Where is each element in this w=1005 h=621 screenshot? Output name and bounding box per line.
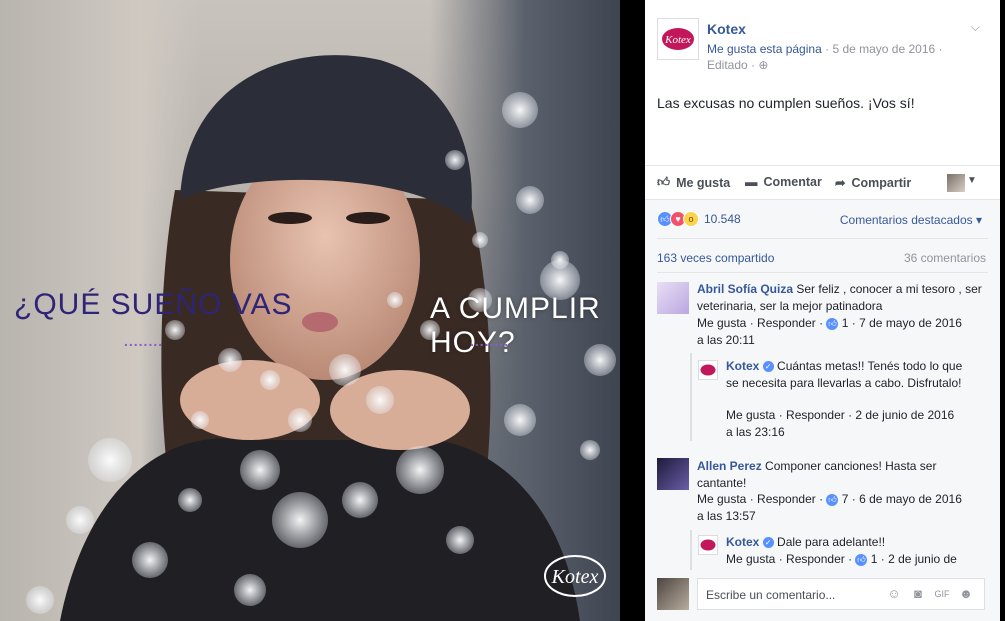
caret-down-icon[interactable]: ▼ [967,175,977,186]
comment-author[interactable]: Allen Perez [697,459,762,473]
reply-thread-line [690,353,692,441]
thumbs-up-icon: 👍︎ [855,553,868,566]
comment-text: Cuántas metas!! Tenés todo lo que se nec… [726,359,963,390]
comment-reply-link[interactable]: Responder [757,492,816,506]
kotex-logo: Kotex [662,28,694,50]
headline-right: A CUMPLIR HOY? [430,292,601,359]
post-actions-bar: 👍︎ Me gusta ▬ Comentar ➦ Compartir ▼ [645,165,1000,199]
share-button[interactable]: ➦ Compartir [835,175,912,191]
emoji-icon[interactable]: ☺ [886,586,902,602]
reactions-summary[interactable]: 👍︎ ♥ o 10.548 [657,211,741,227]
post-date[interactable]: 5 de mayo de 2016 [832,42,935,56]
gif-icon[interactable]: GIF [934,586,950,602]
top-comments-label: Comentarios destacados [839,213,973,227]
verified-badge-icon: ✓ [762,537,774,549]
divider [657,272,988,273]
comment-input-placeholder: Escribe un comentario... [706,588,836,602]
edited-label[interactable]: Editado [707,58,748,72]
share-arrow-icon: ➦ [835,176,846,190]
comment-likes-count[interactable]: 7 [842,492,849,506]
post-meta-line: Me gusta esta página · 5 de mayo de 2016… [707,42,943,56]
comment-likes-count[interactable]: 1 [842,316,849,330]
comment-reply: Kotex ✓ Cuántas metas!! Tenés todo lo qu… [726,358,966,391]
kotex-logo [700,539,716,551]
comment-reply-link[interactable]: Responder [786,408,845,422]
post-meta-edited: Editado · ⊕ [707,58,768,72]
comment-date[interactable]: 2 de junio de 2016 [855,408,954,422]
sticker-icon[interactable]: ☻ [958,586,974,602]
post-viewer: ¿QUÉ SUEÑO VAS ........ A CUMPLIR HOY? .… [0,0,1005,621]
comment-like-link[interactable]: Me gusta [697,316,746,330]
comments-count[interactable]: 36 comentarios [904,251,986,265]
headline-left: ¿QUÉ SUEÑO VAS [14,288,293,321]
like-page-link[interactable]: Me gusta esta página [707,42,822,56]
comment-reply-link[interactable]: Responder [786,552,845,566]
avatar[interactable] [698,535,718,555]
speech-bubble-icon: ▬ [745,175,758,189]
comment-reply: Kotex ✓ Dale para adelante!! [726,534,986,551]
comment-author[interactable]: Abril Sofía Quiza [697,282,793,296]
post-panel: Kotex Kotex ⌵ Me gusta esta página · 5 d… [645,0,1000,621]
like-button[interactable]: 👍︎ Me gusta [657,175,730,190]
camera-icon[interactable]: ◙ [910,586,926,602]
page-name-link[interactable]: Kotex [707,21,746,37]
comment-footer: Me gusta · Responder · 2 de junio de 201… [726,408,955,439]
comment-like-link[interactable]: Me gusta [726,408,775,422]
top-comments-dropdown[interactable]: Comentarios destacados ▾ [840,213,982,227]
comment: Abril Sofía Quiza Ser feliz , conocer a … [697,281,987,314]
avatar[interactable] [657,458,689,490]
page-avatar[interactable]: Kotex [657,18,699,60]
comment-composer: Escribe un comentario... ☺ ◙ GIF ☻ [645,571,1000,621]
comment-input[interactable]: Escribe un comentario... ☺ ◙ GIF ☻ [697,578,985,610]
reply-thread-line [690,530,692,570]
chevron-down-icon[interactable]: ⌵ [971,20,980,35]
post-header: Kotex Kotex ⌵ Me gusta esta página · 5 d… [645,0,1000,160]
comment-date[interactable]: 6 de mayo de 2016 [859,492,962,506]
comment-reply-link[interactable]: Responder [757,316,816,330]
comment-likes-count[interactable]: 1 [871,552,878,566]
comment-time[interactable]: a las 13:57 [697,509,756,523]
engagement-section: 👍︎ ♥ o 10.548 Comentarios destacados ▾ 1… [645,199,1000,621]
comment-footer: Me gusta · Responder · 👍︎ 1 · 2 de junio… [726,552,957,566]
comment-time[interactable]: a las 23:16 [726,425,785,439]
comment-text: Dale para adelante!! [777,535,886,549]
globe-icon: ⊕ [758,58,769,72]
comment-footer: Me gusta · Responder · 👍︎ 1 · 7 de mayo … [697,316,962,347]
meta-separator: · [938,42,943,56]
thumbs-up-icon: 👍︎ [826,317,839,330]
avatar[interactable] [698,360,718,380]
thumbs-up-icon: 👍︎ [657,175,671,189]
verified-badge-icon: ✓ [762,361,774,373]
comment-footer: Me gusta · Responder · 👍︎ 7 · 6 de mayo … [697,492,962,523]
reactions-count[interactable]: 10.548 [704,212,741,226]
post-text: Las excusas no cumplen sueños. ¡Vos sí! [657,95,915,111]
divider [657,238,988,239]
caret-down-icon: ▾ [975,213,982,227]
comment: Allen Perez Componer canciones! Hasta se… [697,458,947,491]
comment-button-label: Comentar [763,175,822,189]
comment-like-link[interactable]: Me gusta [726,552,775,566]
kotex-logo [700,364,716,376]
avatar[interactable] [657,282,689,314]
comment-date[interactable]: 2 de junio de [888,552,957,566]
post-photo[interactable]: ¿QUÉ SUEÑO VAS ........ A CUMPLIR HOY? .… [0,0,620,621]
headline-dots-left: ........ [124,333,164,349]
svg-text:Kotex: Kotex [551,566,599,588]
headline-dots-right: ........ [470,333,510,349]
comment-like-link[interactable]: Me gusta [697,492,746,506]
comment-button[interactable]: ▬ Comentar [745,175,822,189]
comment-author[interactable]: Kotex [726,359,759,373]
share-button-label: Compartir [851,175,912,190]
viewer-avatar[interactable] [947,174,965,192]
comment-author[interactable]: Kotex [726,535,759,549]
wow-reaction-icon: o [683,211,699,227]
thumbs-up-icon: 👍︎ [826,493,839,506]
comment-time[interactable]: a las 20:11 [697,333,755,347]
shares-count[interactable]: 163 veces compartido [657,251,774,265]
like-button-label: Me gusta [676,175,731,190]
svg-text:Kotex: Kotex [664,34,691,46]
viewer-avatar[interactable] [657,578,689,610]
comment-date[interactable]: 7 de mayo de 2016 [859,316,962,330]
kotex-watermark-logo: Kotex [544,555,606,597]
